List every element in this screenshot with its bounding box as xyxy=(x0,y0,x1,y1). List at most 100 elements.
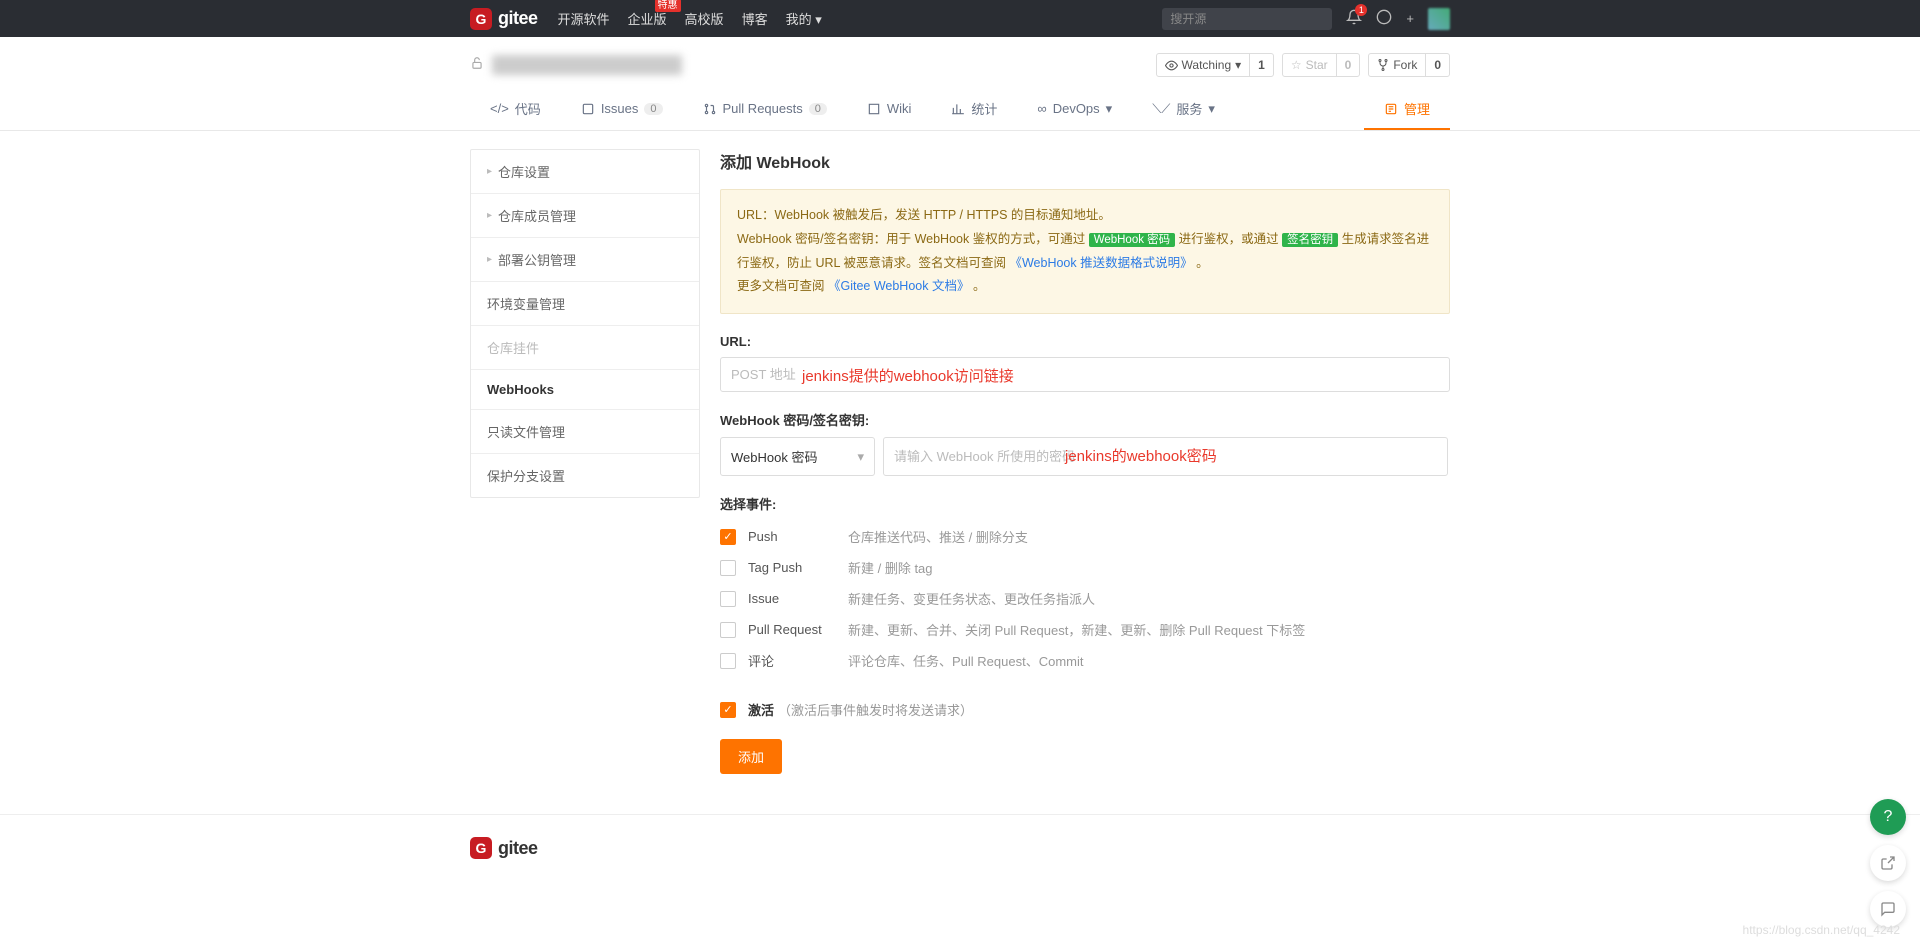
tag-webhook-password: WebHook 密码 xyxy=(1089,233,1175,247)
event-name: Push xyxy=(748,529,848,544)
watch-button[interactable]: Watching ▾ 1 xyxy=(1156,53,1274,77)
event-checkbox[interactable] xyxy=(720,622,736,638)
fork-button[interactable]: Fork 0 xyxy=(1368,53,1450,77)
notice-line1: URL：WebHook 被触发后，发送 HTTP / HTTPS 的目标通知地址… xyxy=(737,204,1433,228)
nav-campus[interactable]: 高校版 xyxy=(685,9,724,28)
event-row: ✓Push仓库推送代码、推送 / 删除分支 xyxy=(720,521,1450,552)
nav-mine-label: 我的 xyxy=(786,12,812,27)
watch-label: Watching xyxy=(1182,58,1232,72)
tab-code[interactable]: </> 代码 xyxy=(470,89,561,130)
star-button[interactable]: ☆ Star 0 xyxy=(1282,53,1360,77)
event-row: Tag Push新建 / 删除 tag xyxy=(720,552,1450,583)
secret-input[interactable] xyxy=(883,437,1448,476)
event-row: Issue新建任务、变更任务状态、更改任务指派人 xyxy=(720,583,1450,614)
logo-icon: G xyxy=(470,837,492,859)
tab-wiki[interactable]: Wiki xyxy=(847,89,932,130)
nav-opensource[interactable]: 开源软件 xyxy=(558,9,610,28)
sidebar-item-readonly[interactable]: 只读文件管理 xyxy=(471,410,699,454)
plus-icon[interactable]: + xyxy=(1406,11,1414,26)
chat-icon xyxy=(1880,901,1896,917)
repo-header: Watching ▾ 1 ☆ Star 0 Fork 0 xyxy=(470,37,1450,89)
nav-enterprise[interactable]: 企业版 特惠 xyxy=(628,9,667,28)
notice-box: URL：WebHook 被触发后，发送 HTTP / HTTPS 的目标通知地址… xyxy=(720,189,1450,314)
star-label: Star xyxy=(1306,58,1328,72)
issues-count: 0 xyxy=(644,103,662,115)
event-desc: 新建、更新、合并、关闭 Pull Request，新建、更新、删除 Pull R… xyxy=(848,620,1305,639)
pr-count: 0 xyxy=(809,103,827,115)
event-checkbox[interactable]: ✓ xyxy=(720,529,736,545)
sidebar-item-webhooks[interactable]: WebHooks xyxy=(471,370,699,410)
nav-blog[interactable]: 博客 xyxy=(742,9,768,28)
event-name: Tag Push xyxy=(748,560,848,575)
repo-name-redacted xyxy=(492,55,682,75)
activate-desc: （激活后事件触发时将发送请求） xyxy=(778,700,973,719)
event-desc: 新建 / 删除 tag xyxy=(848,558,933,577)
event-name: Issue xyxy=(748,591,848,606)
footer-logo[interactable]: G gitee xyxy=(470,837,538,859)
nav-enterprise-label: 企业版 xyxy=(628,12,667,27)
help-button[interactable]: ? xyxy=(1870,799,1906,835)
tag-sign-key: 签名密钥 xyxy=(1282,233,1338,247)
link-webhook-doc[interactable]: 《Gitee WebHook 文档》 xyxy=(828,279,969,293)
logo[interactable]: G gitee xyxy=(470,8,538,30)
sidebar: ▸仓库设置 ▸仓库成员管理 ▸部署公钥管理 环境变量管理 仓库挂件 WebHoo… xyxy=(470,149,700,498)
sidebar-item-repo-settings[interactable]: ▸仓库设置 xyxy=(471,150,699,194)
event-checkbox[interactable] xyxy=(720,560,736,576)
nav-mine[interactable]: 我的 ▾ xyxy=(786,9,822,28)
sidebar-item-branch-protect[interactable]: 保护分支设置 xyxy=(471,454,699,497)
feedback-button[interactable] xyxy=(1870,891,1906,927)
devops-icon: ∞ xyxy=(1037,101,1046,116)
events-list: ✓Push仓库推送代码、推送 / 删除分支Tag Push新建 / 删除 tag… xyxy=(720,521,1450,676)
chevron-right-icon: ▸ xyxy=(487,210,492,221)
footer-logo-text: gitee xyxy=(498,838,538,859)
activate-checkbox[interactable]: ✓ xyxy=(720,702,736,718)
sidebar-item-members[interactable]: ▸仓库成员管理 xyxy=(471,194,699,238)
stats-icon xyxy=(951,102,965,116)
secret-select-value: WebHook 密码 xyxy=(731,447,817,466)
watermark: https://blog.csdn.net/qq_4242 xyxy=(1743,923,1900,937)
event-checkbox[interactable] xyxy=(720,653,736,669)
search-input[interactable] xyxy=(1162,8,1332,30)
top-nav: G gitee 开源软件 企业版 特惠 高校版 博客 我的 ▾ 1 + xyxy=(0,0,1920,37)
notifications-icon[interactable]: 1 xyxy=(1346,9,1362,28)
logo-text: gitee xyxy=(498,8,538,29)
repo-tabs: </> 代码 Issues 0 Pull Requests 0 Wiki 统计 … xyxy=(0,89,1920,131)
tab-stats[interactable]: 统计 xyxy=(931,89,1017,130)
event-name: 评论 xyxy=(748,651,848,670)
avatar[interactable] xyxy=(1428,8,1450,30)
tab-issues[interactable]: Issues 0 xyxy=(561,89,683,130)
tab-devops[interactable]: ∞ DevOps ▾ xyxy=(1017,89,1132,130)
fork-count: 0 xyxy=(1425,54,1449,76)
floating-buttons: ? xyxy=(1870,799,1906,927)
secret-label: WebHook 密码/签名密钥: xyxy=(720,410,1450,429)
submit-button[interactable]: 添加 xyxy=(720,739,782,774)
event-row: Pull Request新建、更新、合并、关闭 Pull Request，新建、… xyxy=(720,614,1450,645)
enterprise-badge: 特惠 xyxy=(655,0,681,12)
url-input[interactable] xyxy=(720,357,1450,392)
pulse-icon: ⟍⟋ xyxy=(1152,101,1170,117)
issues-icon xyxy=(581,102,595,116)
tab-services[interactable]: ⟍⟋ 服务 ▾ xyxy=(1132,89,1235,130)
sidebar-item-deploy-keys[interactable]: ▸部署公钥管理 xyxy=(471,238,699,282)
sidebar-item-env-vars[interactable]: 环境变量管理 xyxy=(471,282,699,326)
event-row: 评论评论仓库、任务、Pull Request、Commit xyxy=(720,645,1450,676)
explore-icon[interactable] xyxy=(1376,9,1392,28)
fork-icon xyxy=(1377,59,1389,71)
chevron-down-icon: ▾ xyxy=(857,449,864,465)
tab-manage[interactable]: 管理 xyxy=(1364,89,1450,130)
link-push-format-doc[interactable]: 《WebHook 推送数据格式说明》 xyxy=(1009,256,1192,270)
event-desc: 新建任务、变更任务状态、更改任务指派人 xyxy=(848,589,1095,608)
star-count: 0 xyxy=(1336,54,1360,76)
event-checkbox[interactable] xyxy=(720,591,736,607)
url-label: URL: xyxy=(720,334,1450,349)
notif-count: 1 xyxy=(1355,4,1367,16)
tab-pull-requests[interactable]: Pull Requests 0 xyxy=(683,89,847,130)
manage-icon xyxy=(1384,102,1398,116)
chevron-right-icon: ▸ xyxy=(487,254,492,265)
page-title: 添加 WebHook xyxy=(720,149,1450,173)
share-button[interactable] xyxy=(1870,845,1906,881)
events-label: 选择事件: xyxy=(720,494,1450,513)
event-name: Pull Request xyxy=(748,622,848,637)
sidebar-item-plugins[interactable]: 仓库挂件 xyxy=(471,326,699,370)
secret-type-select[interactable]: WebHook 密码 ▾ xyxy=(720,437,875,476)
